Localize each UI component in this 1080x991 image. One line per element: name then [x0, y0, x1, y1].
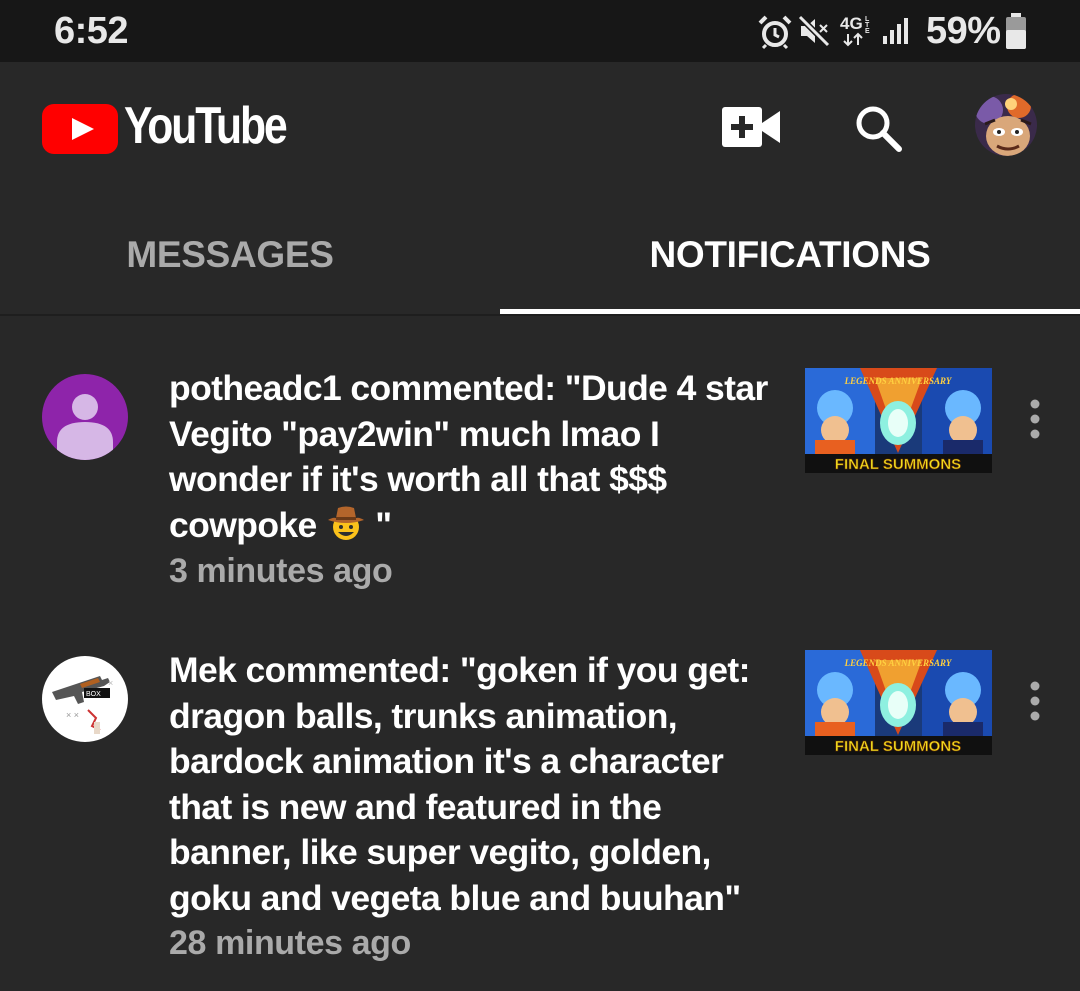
tabs-divider — [0, 314, 1080, 316]
notification-time: 3 minutes ago — [169, 552, 393, 590]
account-avatar[interactable] — [975, 94, 1037, 156]
lte-icon: 4G L T E — [840, 14, 870, 47]
svg-text:BOX: BOX — [86, 691, 101, 698]
inbox-tabs: MESSAGES NOTIFICATIONS — [0, 192, 1080, 316]
youtube-wordmark: YouTube — [124, 97, 288, 155]
tab-notifications[interactable]: NOTIFICATIONS — [500, 192, 1080, 316]
svg-text:4G: 4G — [840, 14, 863, 33]
battery-icon — [1006, 13, 1026, 49]
thumbnail-caption: FINAL SUMMONS — [835, 456, 961, 473]
signal-icon — [883, 18, 908, 44]
more-options-icon[interactable] — [1018, 396, 1052, 444]
user-avatar: BOX × × × — [42, 656, 128, 742]
notification-time: 28 minutes ago — [169, 924, 411, 962]
youtube-logo-icon[interactable] — [42, 104, 118, 154]
tab-notifications-label: NOTIFICATIONS — [649, 234, 931, 275]
notification-message-end: " — [365, 504, 392, 545]
video-thumbnail[interactable]: LEGENDS ANNIVERSARY FINAL SUMMONS — [805, 650, 992, 755]
battery-percent: 59% — [926, 10, 1001, 52]
alarm-icon — [758, 15, 792, 50]
status-time: 6:52 — [54, 10, 129, 52]
svg-text:× ×: × × — [66, 710, 79, 720]
default-avatar — [42, 374, 128, 460]
notification-text: potheadc1 commented: "Dude 4 star Vegito… — [169, 366, 784, 548]
create-video-icon[interactable] — [722, 107, 780, 147]
top-app-bar: YouTube — [0, 62, 1080, 192]
thumbnail-caption: FINAL SUMMONS — [835, 738, 961, 755]
video-thumbnail[interactable]: LEGENDS ANNIVERSARY FINAL SUMMONS — [805, 368, 992, 473]
notification-item[interactable]: potheadc1 commented: "Dude 4 star Vegito… — [0, 366, 1080, 616]
svg-text:E: E — [865, 28, 870, 35]
notification-text: Mek commented: "goken if you get: dragon… — [169, 650, 750, 918]
thumbnail-logo: LEGENDS ANNIVERSARY — [844, 658, 953, 668]
search-icon[interactable] — [852, 102, 904, 154]
cowboy-face-emoji — [327, 506, 364, 540]
svg-text:×: × — [108, 678, 113, 688]
mute-icon — [797, 14, 831, 48]
thumbnail-logo: LEGENDS ANNIVERSARY — [844, 376, 953, 386]
notification-message: potheadc1 commented: "Dude 4 star Vegito… — [169, 368, 768, 545]
more-options-icon[interactable] — [1018, 678, 1052, 726]
notification-item[interactable]: BOX × × × Mek commented: "goken if you g… — [0, 648, 1080, 988]
status-bar: 6:52 4G L T E 59% — [0, 0, 1080, 62]
